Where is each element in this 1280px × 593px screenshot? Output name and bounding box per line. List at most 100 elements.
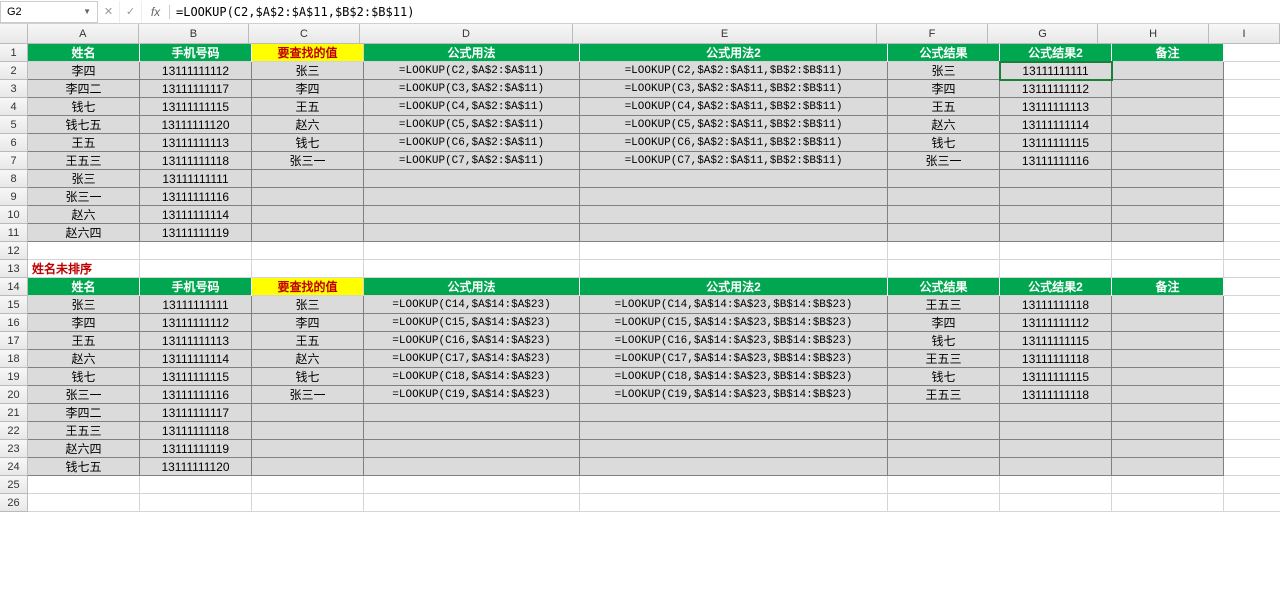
cell[interactable] (1224, 98, 1280, 116)
cell[interactable]: 13111111115 (1000, 368, 1112, 386)
cell[interactable] (888, 458, 1000, 476)
cell[interactable] (1224, 170, 1280, 188)
cell[interactable] (580, 260, 888, 278)
cell[interactable] (1224, 260, 1280, 278)
cell[interactable]: 钱七 (888, 368, 1000, 386)
cell[interactable] (888, 404, 1000, 422)
cell[interactable]: =LOOKUP(C14,$A$14:$A$23) (364, 296, 580, 314)
cell[interactable]: 张三一 (252, 386, 364, 404)
cell[interactable] (252, 206, 364, 224)
cell[interactable] (1224, 458, 1280, 476)
cell[interactable]: 赵六 (28, 206, 140, 224)
cell[interactable] (1224, 278, 1280, 296)
cell[interactable]: 李四 (888, 80, 1000, 98)
cell[interactable]: 钱七 (252, 134, 364, 152)
cell[interactable] (1224, 242, 1280, 260)
cell[interactable]: =LOOKUP(C6,$A$2:$A$11,$B$2:$B$11) (580, 134, 888, 152)
cell[interactable]: 钱七 (252, 368, 364, 386)
cell[interactable] (1112, 458, 1224, 476)
cell[interactable] (140, 242, 252, 260)
cell[interactable]: =LOOKUP(C7,$A$2:$A$11) (364, 152, 580, 170)
row-header[interactable]: 4 (0, 98, 28, 116)
cell[interactable] (1112, 296, 1224, 314)
cell[interactable] (1224, 314, 1280, 332)
cell[interactable] (580, 476, 888, 494)
row-header[interactable]: 14 (0, 278, 28, 296)
row-header[interactable]: 9 (0, 188, 28, 206)
cell[interactable] (1224, 440, 1280, 458)
cell[interactable] (1000, 242, 1112, 260)
header-lookup-value[interactable]: 要查找的值 (252, 44, 364, 62)
cell[interactable] (1224, 332, 1280, 350)
cell[interactable] (888, 224, 1000, 242)
cell[interactable] (140, 476, 252, 494)
cell[interactable] (888, 440, 1000, 458)
cell[interactable]: 张三一 (888, 152, 1000, 170)
cell[interactable] (364, 404, 580, 422)
cell[interactable] (1112, 116, 1224, 134)
cell[interactable] (1112, 404, 1224, 422)
cell[interactable]: 张三一 (252, 152, 364, 170)
cell[interactable]: 李四 (252, 314, 364, 332)
cell[interactable]: 李四 (252, 80, 364, 98)
cell[interactable]: =LOOKUP(C3,$A$2:$A$11) (364, 80, 580, 98)
cell[interactable]: 13111111119 (140, 440, 252, 458)
cell[interactable]: =LOOKUP(C15,$A$14:$A$23) (364, 314, 580, 332)
cell[interactable] (580, 440, 888, 458)
cell[interactable]: =LOOKUP(C3,$A$2:$A$11,$B$2:$B$11) (580, 80, 888, 98)
cell[interactable]: 13111111115 (140, 368, 252, 386)
header-formula1[interactable]: 公式用法 (364, 44, 580, 62)
cell[interactable] (1000, 404, 1112, 422)
cell[interactable] (1112, 242, 1224, 260)
cell[interactable]: 李四 (28, 62, 140, 80)
row-header[interactable]: 24 (0, 458, 28, 476)
cell[interactable] (252, 242, 364, 260)
cell[interactable]: 赵六 (28, 350, 140, 368)
section-label-unsorted[interactable]: 姓名未排序 (28, 260, 140, 278)
cell[interactable] (1000, 422, 1112, 440)
cell[interactable] (1224, 62, 1280, 80)
cell[interactable]: 赵六 (252, 350, 364, 368)
cell[interactable]: 13111111118 (1000, 350, 1112, 368)
cell[interactable] (1000, 170, 1112, 188)
cell[interactable] (1224, 44, 1280, 62)
cell[interactable]: 13111111118 (1000, 386, 1112, 404)
cell[interactable]: 公式用法 (364, 278, 580, 296)
row-header[interactable]: 3 (0, 80, 28, 98)
cell[interactable] (888, 494, 1000, 512)
cell[interactable]: =LOOKUP(C15,$A$14:$A$23,$B$14:$B$23) (580, 314, 888, 332)
cell[interactable] (252, 188, 364, 206)
cell[interactable] (1224, 116, 1280, 134)
cell[interactable]: 公式用法2 (580, 278, 888, 296)
col-header-E[interactable]: E (573, 24, 877, 44)
cell[interactable] (1224, 296, 1280, 314)
confirm-icon[interactable]: ✓ (120, 1, 142, 23)
cell[interactable] (580, 206, 888, 224)
cell[interactable] (364, 242, 580, 260)
cell[interactable]: =LOOKUP(C18,$A$14:$A$23,$B$14:$B$23) (580, 368, 888, 386)
col-header-I[interactable]: I (1209, 24, 1280, 44)
cell[interactable]: 张三 (252, 62, 364, 80)
row-header[interactable]: 10 (0, 206, 28, 224)
cell[interactable]: 13111111111 (140, 170, 252, 188)
cell[interactable]: 13111111118 (140, 152, 252, 170)
row-header[interactable]: 7 (0, 152, 28, 170)
cell[interactable] (580, 494, 888, 512)
row-header[interactable]: 25 (0, 476, 28, 494)
cell[interactable]: 备注 (1112, 278, 1224, 296)
col-header-G[interactable]: G (988, 24, 1099, 44)
cell[interactable] (1112, 224, 1224, 242)
name-box[interactable]: G2 ▼ (0, 1, 98, 23)
cell[interactable]: 王五 (28, 134, 140, 152)
cell[interactable]: =LOOKUP(C6,$A$2:$A$11) (364, 134, 580, 152)
cell[interactable] (888, 242, 1000, 260)
cell[interactable]: 13111111117 (140, 80, 252, 98)
chevron-down-icon[interactable]: ▼ (83, 7, 91, 16)
select-all-corner[interactable] (0, 24, 28, 44)
cell[interactable] (1224, 404, 1280, 422)
row-header[interactable]: 19 (0, 368, 28, 386)
cell[interactable] (1112, 170, 1224, 188)
cell[interactable] (1112, 98, 1224, 116)
cell[interactable]: 13111111115 (1000, 134, 1112, 152)
cell[interactable] (1224, 386, 1280, 404)
